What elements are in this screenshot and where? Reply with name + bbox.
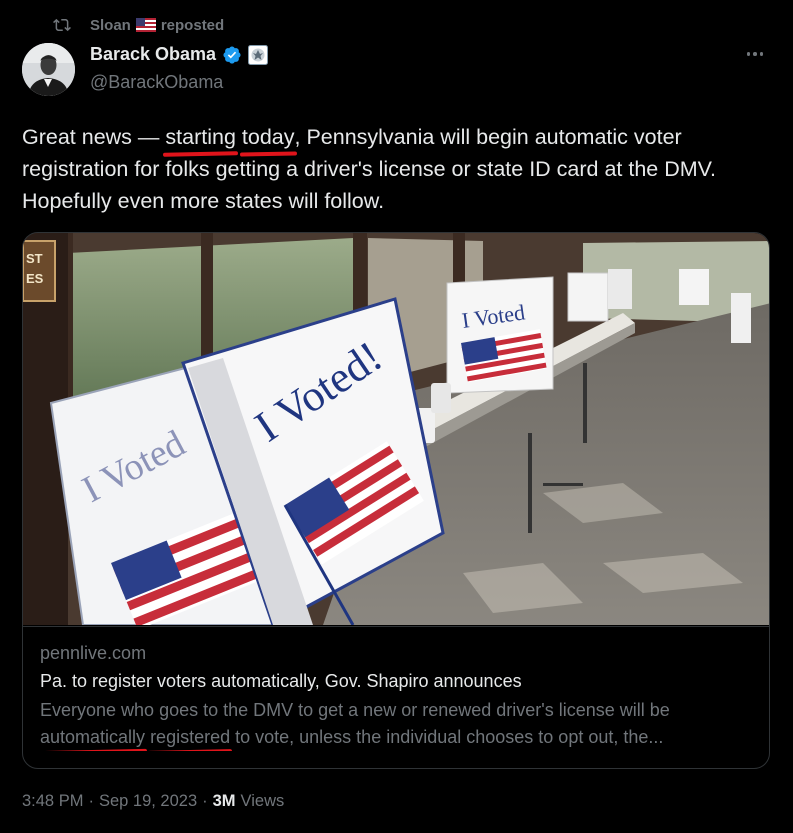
repost-user[interactable]: Sloan <box>90 17 131 34</box>
retweet-icon <box>53 18 71 32</box>
underlined-word: today <box>242 121 295 153</box>
underlined-word: automatically <box>40 724 145 751</box>
card-description-line: Everyone who goes to the DMV to get a ne… <box>40 700 670 720</box>
sign-text: ES <box>26 271 44 286</box>
avatar-photo <box>22 43 75 96</box>
us-flag-emoji <box>135 18 156 32</box>
more-options-icon[interactable] <box>743 44 767 64</box>
card-meta[interactable]: pennlive.com Pa. to register voters auto… <box>23 626 769 768</box>
tweet-text: Great news — starting today, Pennsylvani… <box>22 121 772 217</box>
card-domain[interactable]: pennlive.com <box>40 643 146 664</box>
avatar[interactable] <box>22 43 75 96</box>
underlined-word: starting <box>165 121 236 153</box>
card-description-line: automatically registered to vote, unless… <box>40 724 760 751</box>
separator: · <box>88 792 94 810</box>
tweet-date[interactable]: Sep 19, 2023 <box>99 792 197 811</box>
author-name[interactable]: Barack Obama <box>90 44 216 65</box>
card-description: Everyone who goes to the DMV to get a ne… <box>40 697 760 751</box>
government-seal-icon[interactable] <box>248 44 269 65</box>
tweet-text-part: Great news — <box>22 125 166 149</box>
card-title[interactable]: Pa. to register voters automatically, Go… <box>40 671 522 692</box>
sign-text: ST <box>26 251 43 266</box>
separator: · <box>202 792 208 810</box>
views-label: Views <box>240 792 285 810</box>
card-image[interactable]: ST ES I Voted I Voted I Voted! <box>23 233 770 625</box>
link-card[interactable]: ST ES I Voted I Voted I Voted! pennlive.… <box>22 232 770 769</box>
views-count[interactable]: 3M <box>213 792 236 811</box>
repost-label: reposted <box>160 16 225 34</box>
underlined-word: registered <box>150 724 230 751</box>
verified-badge-icon[interactable] <box>222 45 242 65</box>
tweet-meta: 3:48 PM · Sep 19, 2023 · 3M Views <box>22 792 284 811</box>
tweet-time[interactable]: 3:48 PM <box>22 792 83 811</box>
author-handle[interactable]: @BarackObama <box>90 72 223 93</box>
author-row: Barack Obama <box>90 44 269 65</box>
repost-header: Sloan reposted <box>52 14 224 36</box>
card-description-part: to vote, unless the individual chooses t… <box>230 727 664 747</box>
